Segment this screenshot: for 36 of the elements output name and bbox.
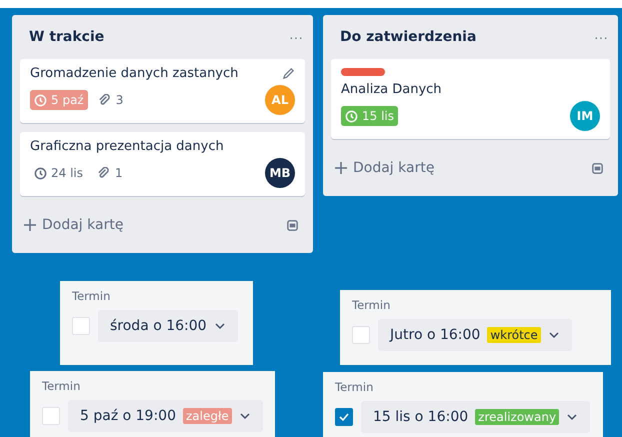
status-tag: wkrótce [487, 327, 541, 343]
add-card-button[interactable]: Dodaj kartę [335, 160, 434, 176]
card[interactable]: Gromadzenie danych zastanych 5 paź 3 AL [20, 59, 305, 123]
due-date-label: Termin [352, 298, 392, 312]
due-date-badge: 5 paź [30, 90, 88, 110]
list-title: W trakcie [29, 29, 104, 45]
due-date-dropdown[interactable]: 15 lis o 16:00 zrealizowany [361, 401, 590, 433]
attachment-count: 1 [97, 166, 123, 180]
status-tag: zrealizowany [475, 409, 560, 425]
complete-checkbox[interactable] [335, 408, 353, 426]
add-card-button[interactable]: Dodaj kartę [24, 217, 124, 233]
member-avatar[interactable]: MB [265, 158, 295, 188]
list-menu-button[interactable]: ··· [592, 29, 610, 45]
due-date-dropdown[interactable]: 5 paź o 19:00 zaległe [68, 400, 263, 432]
attachment-count: 3 [98, 93, 124, 107]
card-title: Analiza Danych [341, 82, 442, 97]
plus-icon [335, 162, 347, 174]
card-template-icon[interactable] [591, 162, 604, 174]
checkmark-icon [338, 411, 350, 423]
card-template-icon[interactable] [286, 218, 299, 232]
card[interactable]: Analiza Danych 15 lis IM [331, 59, 610, 139]
card-title: Graficzna prezentacja danych [30, 139, 224, 154]
list-menu-button[interactable]: ··· [287, 29, 305, 45]
due-date-badge: 15 lis [341, 106, 398, 126]
due-date-dropdown[interactable]: Jutro o 16:00 wkrótce [378, 319, 572, 351]
card[interactable]: Graficzna prezentacja danych 24 lis 1 MB [20, 132, 305, 196]
plus-icon [24, 219, 36, 231]
due-date-label: Termin [335, 380, 374, 394]
pencil-icon[interactable] [282, 67, 295, 80]
list-title: Do zatwierdzenia [340, 29, 476, 45]
status-tag: zaległe [182, 408, 232, 424]
card-title: Gromadzenie danych zastanych [30, 66, 238, 81]
due-date-badge: 24 lis [30, 163, 88, 183]
due-date-label: Termin [72, 289, 112, 303]
due-date-label: Termin [42, 379, 82, 393]
due-date-dropdown[interactable]: środa o 16:00 [98, 310, 238, 342]
